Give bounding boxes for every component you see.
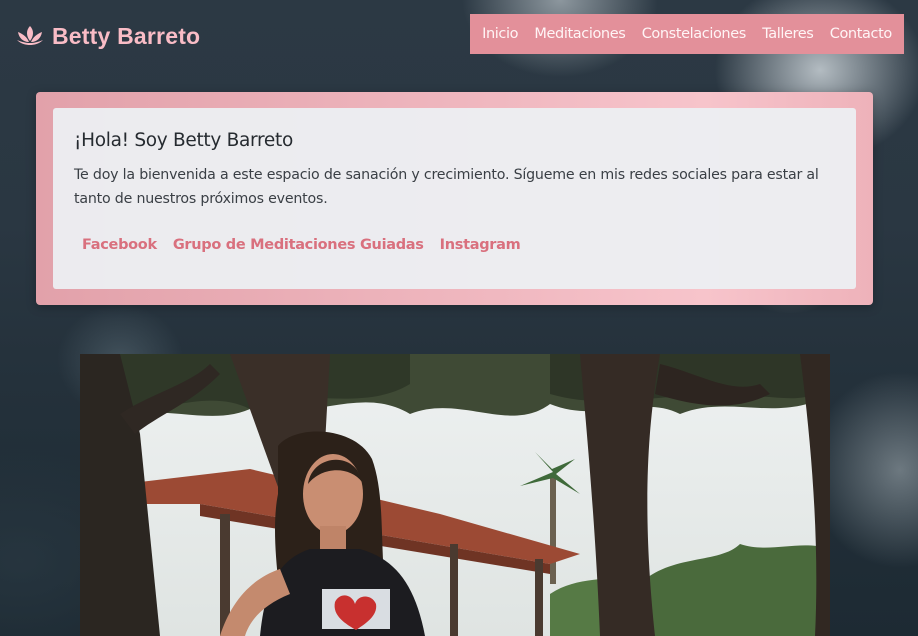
hero-card: ¡Hola! Soy Betty Barreto Te doy la bienv… [53, 108, 856, 289]
brand-name: Betty Barreto [52, 22, 201, 49]
portrait-photo [80, 354, 830, 636]
hero-title: ¡Hola! Soy Betty Barreto [74, 130, 293, 151]
hero-card-frame: ¡Hola! Soy Betty Barreto Te doy la bienv… [36, 92, 873, 305]
nav-item-meditaciones[interactable]: Meditaciones [534, 26, 625, 42]
social-links: Facebook Grupo de Meditaciones Guiadas I… [74, 237, 836, 253]
nav-item-contacto[interactable]: Contacto [830, 26, 892, 42]
main-nav: Inicio Meditaciones Constelaciones Talle… [470, 14, 904, 54]
nav-item-constelaciones[interactable]: Constelaciones [642, 26, 747, 42]
facebook-link[interactable]: Facebook [82, 237, 157, 253]
lotus-icon [16, 25, 44, 47]
hero-text: Te doy la bienvenida a este espacio de s… [74, 167, 819, 207]
instagram-link[interactable]: Instagram [440, 237, 521, 253]
nav-item-talleres[interactable]: Talleres [762, 26, 814, 42]
meditation-group-link[interactable]: Grupo de Meditaciones Guiadas [173, 237, 424, 253]
brand-logo-link[interactable]: Betty Barreto [16, 20, 200, 52]
nav-item-inicio[interactable]: Inicio [482, 26, 518, 42]
